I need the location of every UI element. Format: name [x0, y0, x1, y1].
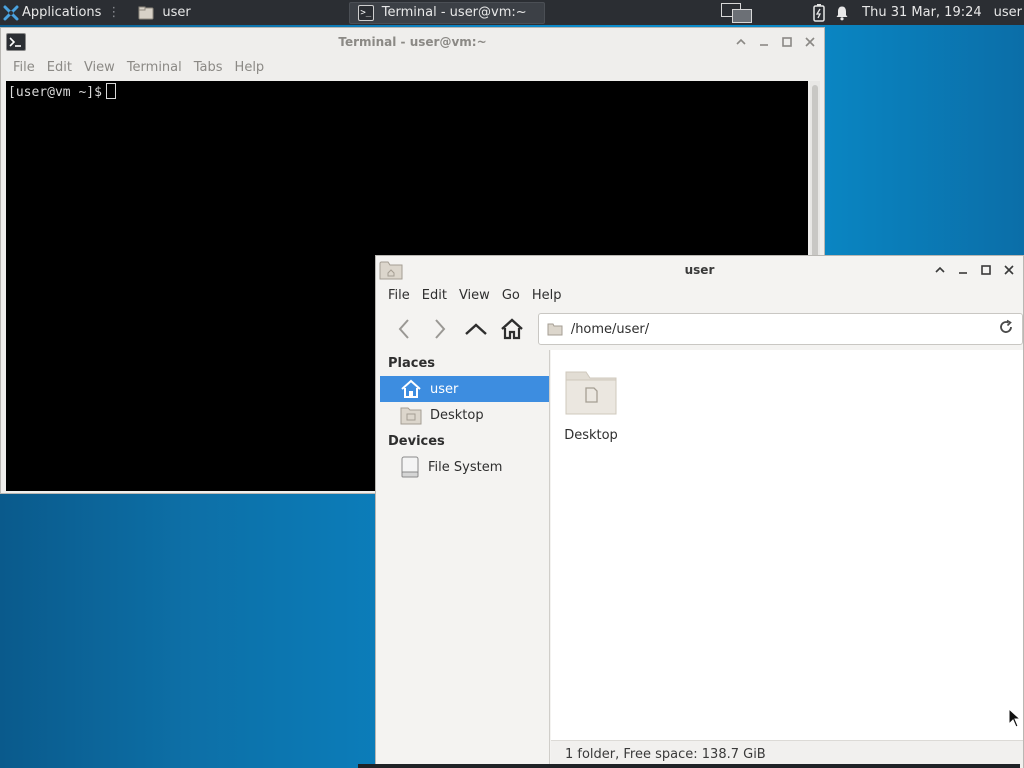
panel-separator: ⋮: [107, 5, 121, 20]
battery-icon[interactable]: [812, 3, 826, 22]
status-text: 1 folder, Free space: 138.7 GiB: [565, 747, 766, 762]
reload-icon: [1000, 319, 1012, 333]
terminal-menu-help[interactable]: Help: [229, 60, 271, 75]
shell-prompt: [user@vm ~]$: [8, 85, 102, 100]
desktop-folder-icon: [400, 407, 422, 425]
sidebar-item-label: Desktop: [430, 407, 484, 423]
arrow-left-icon: [398, 319, 409, 339]
fm-menu-help[interactable]: Help: [526, 288, 568, 303]
terminal-title: Terminal - user@vm:~: [338, 34, 487, 49]
fm-sidebar: Places user Desktop Devices File System: [376, 350, 550, 768]
fm-menu-file[interactable]: File: [382, 288, 416, 303]
fm-menu-go[interactable]: Go: [496, 288, 526, 303]
minimize-icon: [759, 43, 768, 46]
location-bar[interactable]: /home/user/: [537, 313, 1023, 345]
home-button[interactable]: [498, 315, 526, 343]
fm-titlebar[interactable]: user: [376, 256, 1023, 283]
close-icon: [1003, 264, 1014, 275]
fm-menubar: File Edit View Go Help: [376, 283, 1023, 308]
drive-icon: [401, 456, 419, 478]
places-heading: Places: [388, 356, 436, 371]
reload-button[interactable]: [998, 319, 1014, 339]
back-button[interactable]: [390, 315, 418, 343]
terminal-shade-button[interactable]: [732, 33, 749, 50]
parent-folder-button[interactable]: [462, 315, 490, 343]
terminal-menubar: File Edit View Terminal Tabs Help: [1, 55, 824, 80]
fm-title: user: [684, 262, 715, 277]
desktop-folder-icon: [565, 371, 617, 415]
close-icon: [804, 36, 815, 47]
devices-heading: Devices: [388, 434, 445, 449]
chevron-up-icon: [735, 38, 746, 45]
sidebar-item-filesystem[interactable]: File System: [380, 454, 549, 480]
maximize-icon: [781, 36, 792, 47]
terminal-menu-edit[interactable]: Edit: [41, 60, 78, 75]
maximize-icon: [980, 264, 991, 275]
taskbar-edge: [358, 764, 1020, 768]
fm-minimize-button[interactable]: [954, 261, 971, 278]
chevron-up-icon: [934, 266, 945, 273]
terminal-menu-tabs[interactable]: Tabs: [188, 60, 229, 75]
notification-bell-icon[interactable]: [834, 5, 850, 21]
fm-toolbar: /home/user/: [376, 307, 1023, 351]
workspace-switcher[interactable]: [720, 2, 754, 24]
terminal-minimize-button[interactable]: [755, 33, 772, 50]
terminal-menu-terminal[interactable]: Terminal: [121, 60, 188, 75]
clock[interactable]: Thu 31 Mar, 19:24: [858, 0, 985, 25]
applications-label: Applications: [22, 5, 102, 20]
fm-menu-edit[interactable]: Edit: [416, 288, 453, 303]
mouse-pointer-icon: [1008, 708, 1022, 728]
fm-maximize-button[interactable]: [977, 261, 994, 278]
home-folder-icon: [138, 6, 154, 19]
fm-file-view[interactable]: Desktop: [551, 350, 1023, 740]
xfce-logo-icon: [3, 5, 19, 20]
home-icon: [401, 379, 421, 398]
applications-menu[interactable]: Applications: [0, 0, 105, 25]
file-manager-window: user File Edit View Go Help /home/user/ …: [375, 255, 1024, 768]
taskbar-item-terminal[interactable]: >_ Terminal - user@vm:~: [348, 1, 545, 24]
sidebar-item-label: user: [430, 381, 459, 397]
terminal-icon: >_: [357, 4, 374, 21]
folder-icon: [547, 323, 563, 336]
top-panel: Applications ⋮ user >_ Terminal - user@v…: [0, 0, 1024, 25]
workspace-2[interactable]: [731, 8, 752, 23]
terminal-titlebar[interactable]: Terminal - user@vm:~: [1, 28, 824, 55]
file-item-desktop[interactable]: Desktop: [559, 364, 623, 443]
file-name: Desktop: [564, 428, 618, 443]
location-path: /home/user/: [570, 321, 650, 337]
terminal-close-button[interactable]: [801, 33, 818, 50]
sidebar-item-desktop[interactable]: Desktop: [380, 402, 549, 428]
text-cursor: [105, 83, 116, 99]
sidebar-item-label: File System: [428, 459, 503, 475]
forward-button[interactable]: [426, 315, 454, 343]
terminal-menu-file[interactable]: File: [7, 60, 41, 75]
minimize-icon: [958, 271, 967, 274]
fm-shade-button[interactable]: [931, 261, 948, 278]
fm-close-button[interactable]: [1000, 261, 1017, 278]
fm-menu-view[interactable]: View: [453, 288, 496, 303]
terminal-maximize-button[interactable]: [778, 33, 795, 50]
arrow-right-icon: [435, 319, 446, 339]
home-icon: [501, 318, 523, 340]
taskbar-terminal-label: Terminal - user@vm:~: [381, 5, 527, 20]
user-menu[interactable]: user: [994, 5, 1022, 20]
arrow-up-icon: [465, 323, 487, 335]
taskbar-item-user[interactable]: user: [130, 2, 198, 24]
sidebar-item-user[interactable]: user: [380, 376, 549, 402]
taskbar-user-label: user: [162, 5, 191, 20]
terminal-menu-view[interactable]: View: [78, 60, 121, 75]
